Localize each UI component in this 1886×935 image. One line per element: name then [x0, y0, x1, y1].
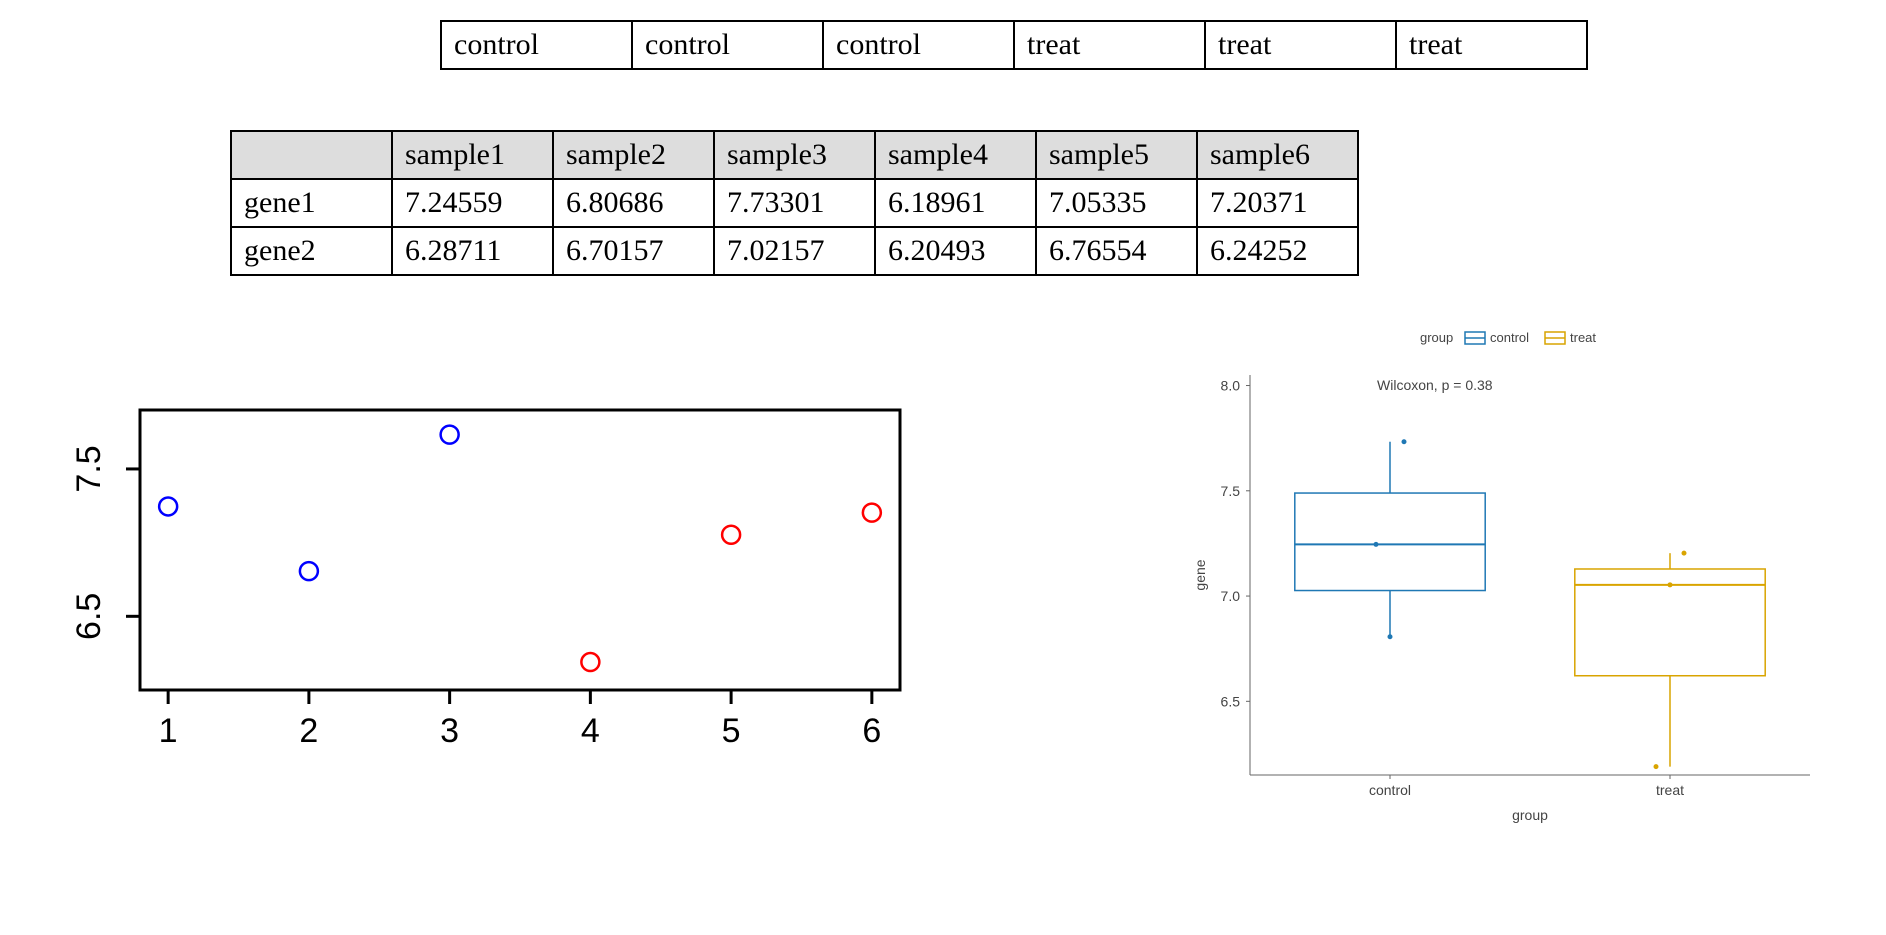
box	[1295, 493, 1485, 590]
legend: group control treat	[1420, 330, 1596, 345]
svg-text:6.5: 6.5	[1221, 693, 1241, 709]
col-header: sample3	[714, 131, 875, 179]
x-tick-label: 3	[440, 712, 459, 750]
y-tick-label: 7.0	[1221, 588, 1241, 604]
cell: 6.18961	[875, 179, 1036, 227]
x-tick-label: 1	[159, 712, 178, 750]
svg-text:7.0: 7.0	[1221, 588, 1241, 604]
expression-table: sample1 sample2 sample3 sample4 sample5 …	[230, 130, 1359, 276]
svg-text:treat: treat	[1570, 330, 1596, 345]
jitter-point	[1374, 542, 1379, 547]
col-header: sample6	[1197, 131, 1358, 179]
svg-text:7.5: 7.5	[70, 445, 108, 492]
cell: 7.05335	[1036, 179, 1197, 227]
scatter-point	[722, 526, 740, 544]
jitter-point	[1682, 551, 1687, 556]
svg-text:control: control	[1490, 330, 1529, 345]
svg-text:1: 1	[159, 712, 178, 750]
scatter-point	[441, 426, 459, 444]
jitter-point	[1654, 764, 1659, 769]
cell: 7.73301	[714, 179, 875, 227]
svg-text:4: 4	[581, 712, 600, 750]
cell: 6.28711	[392, 227, 553, 275]
jitter-point	[1388, 634, 1393, 639]
cell: 7.24559	[392, 179, 553, 227]
svg-text:7.5: 7.5	[1221, 483, 1241, 499]
scatter-point	[300, 562, 318, 580]
stat-annotation: Wilcoxon, p = 0.38	[1377, 377, 1493, 393]
col-header: sample2	[553, 131, 714, 179]
svg-text:5: 5	[722, 712, 741, 750]
svg-text:control: control	[1369, 782, 1411, 798]
jitter-point	[1402, 439, 1407, 444]
groups-cell: treat	[1205, 21, 1396, 69]
plot-border	[140, 410, 900, 690]
table-row: gene1 7.24559 6.80686 7.73301 6.18961 7.…	[231, 179, 1358, 227]
jitter-point	[1668, 582, 1673, 587]
y-tick-label: 6.5	[70, 593, 108, 640]
groups-cell: treat	[1396, 21, 1587, 69]
cell: 6.20493	[875, 227, 1036, 275]
svg-text:group: group	[1420, 330, 1453, 345]
cell: 6.70157	[553, 227, 714, 275]
cell: 7.20371	[1197, 179, 1358, 227]
x-tick-label: 2	[299, 712, 318, 750]
x-tick-label: 6	[862, 712, 881, 750]
svg-text:treat: treat	[1656, 782, 1684, 798]
x-axis-title: group	[1512, 807, 1548, 823]
groups-cell: control	[823, 21, 1014, 69]
scatter-point	[581, 653, 599, 671]
x-tick-label: treat	[1656, 782, 1684, 798]
row-label: gene1	[231, 179, 392, 227]
svg-text:6: 6	[862, 712, 881, 750]
x-tick-label: 4	[581, 712, 600, 750]
y-tick-label: 7.5	[1221, 483, 1241, 499]
svg-text:6.5: 6.5	[70, 593, 108, 640]
scatter-point	[863, 504, 881, 522]
groups-table: control control control treat treat trea…	[440, 20, 1588, 70]
svg-text:2: 2	[299, 712, 318, 750]
groups-cell: treat	[1014, 21, 1205, 69]
cell: 7.02157	[714, 227, 875, 275]
cell: 6.80686	[553, 179, 714, 227]
row-label: gene2	[231, 227, 392, 275]
cell: 6.76554	[1036, 227, 1197, 275]
y-axis-title: gene	[1192, 559, 1208, 590]
svg-text:3: 3	[440, 712, 459, 750]
x-tick-label: 5	[722, 712, 741, 750]
col-header: sample5	[1036, 131, 1197, 179]
table-corner	[231, 131, 392, 179]
boxplot: group control treat 6.5 7.0 7.5 8.0 gene Wilcoxo…	[1180, 320, 1860, 840]
col-header: sample4	[875, 131, 1036, 179]
col-header: sample1	[392, 131, 553, 179]
x-tick-label: control	[1369, 782, 1411, 798]
groups-cell: control	[632, 21, 823, 69]
y-tick-label: 6.5	[1221, 693, 1241, 709]
scatter-point	[159, 497, 177, 515]
table-row: gene2 6.28711 6.70157 7.02157 6.20493 6.…	[231, 227, 1358, 275]
y-tick-label: 7.5	[70, 445, 108, 492]
cell: 6.24252	[1197, 227, 1358, 275]
y-tick-label: 8.0	[1221, 378, 1241, 394]
svg-text:8.0: 8.0	[1221, 378, 1241, 394]
groups-cell: control	[441, 21, 632, 69]
scatter-plot: 1 2 3 4 5 6 6.5 7.5	[40, 390, 940, 780]
